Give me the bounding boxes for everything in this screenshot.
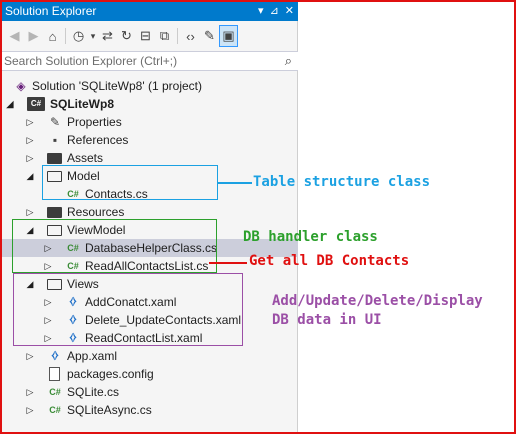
expand-arrow-icon[interactable]: ▷ [25, 131, 35, 149]
tree-label: DatabaseHelperClass.cs [85, 241, 218, 255]
solution-explorer-panel: Solution Explorer ▾ ⊿ ✕ ◀ ▶ ⌂ ◷ ▾ ⇄ ↻ ⊟ … [1, 1, 298, 433]
tree-item-properties[interactable]: ▷ ✎ Properties [1, 113, 298, 131]
pin-icon[interactable]: ⊿ [270, 1, 279, 21]
getall-connector-line [209, 262, 247, 264]
xaml-file-icon: ⧼⧽ [69, 314, 77, 325]
tree-label: App.xaml [67, 349, 118, 363]
tree-label: SQLite.cs [67, 385, 120, 399]
forward-icon[interactable]: ▶ [24, 25, 43, 47]
collapse-arrow-icon[interactable]: ◢ [5, 95, 15, 113]
tree-item-delete-update[interactable]: ▷ ⧼⧽ Delete_UpdateContacts.xaml [1, 311, 298, 329]
note-table-structure: Table structure class [253, 174, 431, 190]
expand-arrow-icon[interactable]: ▷ [25, 149, 35, 167]
tree-item-sqliteasync[interactable]: ▷ C# SQLiteAsync.cs [1, 401, 298, 419]
note-get-all: Get all DB Contacts [249, 253, 410, 269]
tree-label: Solution 'SQLiteWp8' (1 project) [32, 79, 202, 93]
tree-item-resources[interactable]: ▷ Resources [1, 203, 298, 221]
xaml-file-icon: ⧼⧽ [51, 350, 59, 361]
view-code-icon[interactable]: ‹› [181, 25, 200, 47]
chevron-down-icon[interactable]: ▾ [88, 25, 98, 47]
tree-label: packages.config [67, 367, 154, 381]
csharp-file-icon: C# [67, 189, 79, 199]
model-connector-line [218, 182, 252, 184]
dropdown-icon[interactable]: ▾ [258, 1, 264, 21]
sync-icon[interactable]: ⇄ [98, 25, 117, 47]
expand-arrow-icon[interactable]: ▷ [43, 239, 53, 257]
note-db-handler: DB handler class [243, 229, 378, 245]
panel-titlebar: Solution Explorer ▾ ⊿ ✕ [1, 1, 298, 21]
tree-label: Model [67, 169, 100, 183]
tree-item-readcontact[interactable]: ▷ ⧼⧽ ReadContactList.xaml [1, 329, 298, 347]
expand-arrow-icon[interactable]: ▷ [43, 329, 53, 347]
tree-item-app[interactable]: ▷ ⧼⧽ App.xaml [1, 347, 298, 365]
expand-arrow-icon[interactable]: ▷ [25, 113, 35, 131]
csharp-file-icon: C# [49, 387, 61, 397]
tree-label: References [67, 133, 129, 147]
csharp-project-icon: C# [27, 97, 45, 111]
tree-item-solution[interactable]: ◈ Solution 'SQLiteWp8' (1 project) [1, 77, 298, 95]
solution-icon: ◈ [16, 79, 26, 93]
tree-label: Resources [67, 205, 125, 219]
expand-arrow-icon[interactable]: ▷ [43, 311, 53, 329]
xaml-file-icon: ⧼⧽ [69, 296, 77, 307]
panel-title: Solution Explorer [5, 4, 97, 18]
folder-open-icon [47, 279, 62, 290]
note-ui-line1: Add/Update/Delete/Display [272, 293, 483, 309]
preview-icon[interactable]: ▣ [219, 25, 238, 47]
toolbar: ◀ ▶ ⌂ ◷ ▾ ⇄ ↻ ⊟ ⧉ ‹› ✎ ▣ [1, 23, 298, 49]
back-icon[interactable]: ◀ [5, 25, 24, 47]
folder-open-icon [47, 225, 62, 236]
collapse-arrow-icon[interactable]: ◢ [25, 275, 35, 293]
tree-label: Assets [67, 151, 104, 165]
tree-label: Contacts.cs [85, 187, 148, 201]
history-icon[interactable]: ◷ [69, 25, 88, 47]
refresh-icon[interactable]: ↻ [117, 25, 136, 47]
tree-label: ViewModel [67, 223, 126, 237]
expand-arrow-icon[interactable]: ▷ [25, 203, 35, 221]
tree-label: Views [67, 277, 99, 291]
folder-icon [47, 153, 62, 164]
references-icon: ▪ [52, 133, 58, 147]
show-all-files-icon[interactable]: ⧉ [155, 25, 174, 47]
tree-label: Properties [67, 115, 122, 129]
expand-arrow-icon[interactable]: ▷ [25, 347, 35, 365]
tree-item-addcontact[interactable]: ▷ ⧼⧽ AddConatct.xaml [1, 293, 298, 311]
tree-label: SQLiteWp8 [50, 97, 115, 111]
folder-icon [47, 207, 62, 218]
note-ui-line2: DB data in UI [272, 312, 382, 328]
csharp-file-icon: C# [67, 261, 79, 271]
expand-arrow-icon[interactable]: ▷ [43, 257, 53, 275]
wrench-icon: ✎ [49, 115, 61, 129]
search-box[interactable]: Search Solution Explorer (Ctrl+;) ⌕ [1, 51, 298, 71]
tree-item-project[interactable]: ◢ C# SQLiteWp8 [1, 95, 298, 113]
tree-label: Delete_UpdateContacts.xaml [85, 313, 242, 327]
tree-item-assets[interactable]: ▷ Assets [1, 149, 298, 167]
tree-item-sqlite[interactable]: ▷ C# SQLite.cs [1, 383, 298, 401]
search-icon[interactable]: ⌕ [285, 52, 292, 70]
folder-open-icon [47, 171, 62, 182]
tree-item-views[interactable]: ◢ Views [1, 275, 298, 293]
config-file-icon [49, 367, 60, 381]
tree-label: AddConatct.xaml [85, 295, 177, 309]
tree-item-references[interactable]: ▷ ▪ References [1, 131, 298, 149]
expand-arrow-icon[interactable]: ▷ [43, 293, 53, 311]
search-placeholder: Search Solution Explorer (Ctrl+;) [4, 54, 178, 68]
close-icon[interactable]: ✕ [285, 1, 294, 21]
xaml-file-icon: ⧼⧽ [69, 332, 77, 343]
home-icon[interactable]: ⌂ [43, 25, 62, 47]
csharp-file-icon: C# [49, 405, 61, 415]
expand-arrow-icon[interactable]: ▷ [25, 401, 35, 419]
collapse-arrow-icon[interactable]: ◢ [25, 167, 35, 185]
tree-label: ReadAllContactsList.cs [85, 259, 209, 273]
csharp-file-icon: C# [67, 243, 79, 253]
tree-item-packages[interactable]: packages.config [1, 365, 298, 383]
tree-label: SQLiteAsync.cs [67, 403, 152, 417]
properties-wrench-icon[interactable]: ✎ [200, 25, 219, 47]
collapse-all-icon[interactable]: ⊟ [136, 25, 155, 47]
collapse-arrow-icon[interactable]: ◢ [25, 221, 35, 239]
tree-label: ReadContactList.xaml [85, 331, 203, 345]
expand-arrow-icon[interactable]: ▷ [25, 383, 35, 401]
